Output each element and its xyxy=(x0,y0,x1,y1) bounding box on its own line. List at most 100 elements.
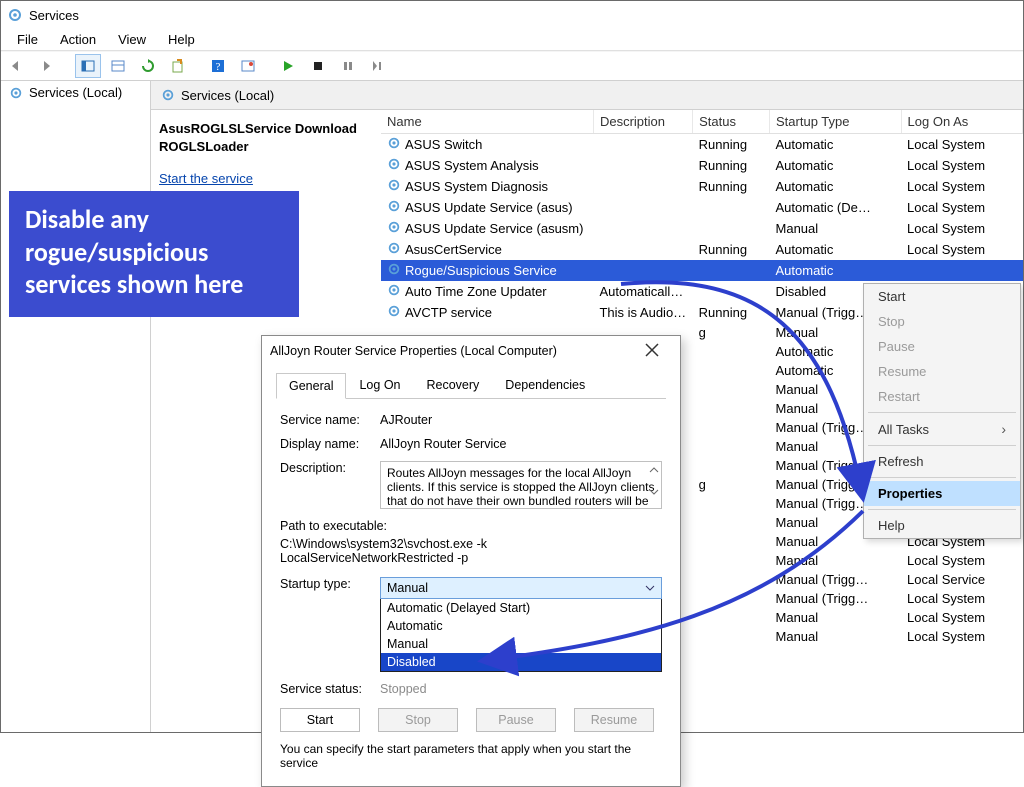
lbl-service-status: Service status: xyxy=(280,682,380,696)
dlg-start-button[interactable]: Start xyxy=(280,708,360,732)
tab-logon[interactable]: Log On xyxy=(346,372,413,398)
nav-back-button[interactable] xyxy=(5,54,31,78)
services-icon xyxy=(161,88,175,102)
toolbar-details-button[interactable] xyxy=(75,54,101,78)
dialog-footer-text: You can specify the start parameters tha… xyxy=(280,742,662,770)
service-icon xyxy=(387,220,401,237)
startup-opt-manual[interactable]: Manual xyxy=(381,635,661,653)
menu-help[interactable]: Help xyxy=(158,30,205,49)
lbl-description: Description: xyxy=(280,461,380,509)
lbl-path: Path to executable: xyxy=(280,519,662,533)
startup-opt-auto-delayed[interactable]: Automatic (Delayed Start) xyxy=(381,599,661,617)
table-row[interactable]: ASUS System DiagnosisRunningAutomaticLoc… xyxy=(381,176,1023,197)
menu-view[interactable]: View xyxy=(108,30,156,49)
toolbar-stop-service-button[interactable] xyxy=(305,54,331,78)
context-menu: Start Stop Pause Resume Restart All Task… xyxy=(863,283,1021,539)
service-icon xyxy=(387,241,401,258)
table-row[interactable]: AsusCertServiceRunningAutomaticLocal Sys… xyxy=(381,239,1023,260)
toolbar-props-button[interactable] xyxy=(105,54,131,78)
col-status[interactable]: Status xyxy=(693,110,770,134)
col-name[interactable]: Name xyxy=(381,110,593,134)
window-title: Services xyxy=(29,8,79,23)
toolbar-start-service-button[interactable] xyxy=(275,54,301,78)
chevron-down-icon xyxy=(649,488,659,496)
menu-file[interactable]: File xyxy=(7,30,48,49)
toolbar-restart-service-button[interactable] xyxy=(365,54,391,78)
cm-refresh[interactable]: Refresh xyxy=(864,449,1020,474)
tree-root-services[interactable]: Services (Local) xyxy=(1,81,150,104)
lbl-display-name: Display name: xyxy=(280,437,380,451)
table-row[interactable]: ASUS Update Service (asus)Automatic (De…… xyxy=(381,197,1023,218)
service-icon xyxy=(387,157,401,174)
service-icon xyxy=(387,304,401,321)
val-display-name: AllJoyn Router Service xyxy=(380,437,662,451)
table-row[interactable]: ASUS System AnalysisRunningAutomaticLoca… xyxy=(381,155,1023,176)
table-row[interactable]: ASUS Update Service (asusm)ManualLocal S… xyxy=(381,218,1023,239)
service-icon xyxy=(387,262,401,279)
detail-title: AsusROGLSLService Download ROGLSLoader xyxy=(159,120,373,156)
toolbar-misc-button[interactable] xyxy=(235,54,261,78)
service-icon xyxy=(387,283,401,300)
lbl-startup-type: Startup type: xyxy=(280,577,380,591)
tree-root-label: Services (Local) xyxy=(29,85,122,100)
val-path: C:\Windows\system32\svchost.exe -k Local… xyxy=(280,537,662,565)
toolbar-export-button[interactable] xyxy=(165,54,191,78)
dlg-stop-button[interactable]: Stop xyxy=(378,708,458,732)
cm-all-tasks[interactable]: All Tasks xyxy=(864,416,1020,442)
col-desc[interactable]: Description xyxy=(593,110,692,134)
tree-pane: Services (Local) xyxy=(1,81,151,732)
startup-type-selected: Manual xyxy=(387,581,428,595)
cm-pause[interactable]: Pause xyxy=(864,334,1020,359)
val-service-name: AJRouter xyxy=(380,413,662,427)
val-description: Routes AllJoyn messages for the local Al… xyxy=(387,466,654,508)
cm-restart[interactable]: Restart xyxy=(864,384,1020,409)
annotation-callout: Disable any rogue/suspicious services sh… xyxy=(9,191,299,317)
dlg-resume-button[interactable]: Resume xyxy=(574,708,654,732)
startup-type-dropdown: Automatic (Delayed Start) Automatic Manu… xyxy=(380,599,662,672)
chevron-down-icon xyxy=(645,584,655,592)
description-scroll[interactable] xyxy=(649,466,659,496)
table-row[interactable]: ASUS SwitchRunningAutomaticLocal System xyxy=(381,134,1023,156)
lbl-service-name: Service name: xyxy=(280,413,380,427)
cm-help[interactable]: Help xyxy=(864,513,1020,538)
close-icon xyxy=(645,343,659,357)
nav-forward-button[interactable] xyxy=(35,54,61,78)
dialog-close-button[interactable] xyxy=(632,341,672,362)
startup-opt-auto[interactable]: Automatic xyxy=(381,617,661,635)
tab-recovery[interactable]: Recovery xyxy=(414,372,493,398)
cm-start[interactable]: Start xyxy=(864,284,1020,309)
dialog-title: AllJoyn Router Service Properties (Local… xyxy=(270,344,557,358)
col-startup[interactable]: Startup Type xyxy=(770,110,902,134)
services-icon xyxy=(9,86,23,100)
annotation-text: Disable any rogue/suspicious services sh… xyxy=(25,203,243,300)
menu-bar: File Action View Help xyxy=(1,29,1023,51)
startup-type-combo[interactable]: Manual xyxy=(380,577,662,599)
dialog-tabs: General Log On Recovery Dependencies xyxy=(276,372,666,399)
startup-opt-disabled[interactable]: Disabled xyxy=(381,653,661,671)
table-header-row: Name Description Status Startup Type Log… xyxy=(381,110,1023,134)
toolbar-pause-service-button[interactable] xyxy=(335,54,361,78)
tab-deps[interactable]: Dependencies xyxy=(492,372,598,398)
svg-text:?: ? xyxy=(216,61,221,73)
window-titlebar: Services xyxy=(1,1,1023,29)
val-service-status: Stopped xyxy=(380,682,662,696)
toolbar-help-button[interactable]: ? xyxy=(205,54,231,78)
service-icon xyxy=(387,199,401,216)
description-box[interactable]: Routes AllJoyn messages for the local Al… xyxy=(380,461,662,509)
menu-action[interactable]: Action xyxy=(50,30,106,49)
table-row[interactable]: Rogue/Suspicious ServiceAutomatic xyxy=(381,260,1023,281)
service-icon xyxy=(387,136,401,153)
start-service-link[interactable]: Start the service xyxy=(159,170,373,188)
cm-resume[interactable]: Resume xyxy=(864,359,1020,384)
tab-general[interactable]: General xyxy=(276,373,346,399)
properties-dialog: AllJoyn Router Service Properties (Local… xyxy=(261,335,681,787)
toolbar: ? xyxy=(1,51,1023,81)
service-icon xyxy=(387,178,401,195)
chevron-up-icon xyxy=(649,466,659,474)
dlg-pause-button[interactable]: Pause xyxy=(476,708,556,732)
cm-properties[interactable]: Properties xyxy=(864,481,1020,506)
toolbar-refresh-button[interactable] xyxy=(135,54,161,78)
col-logon[interactable]: Log On As xyxy=(901,110,1022,134)
cm-stop[interactable]: Stop xyxy=(864,309,1020,334)
right-pane-header: Services (Local) xyxy=(151,81,1023,109)
